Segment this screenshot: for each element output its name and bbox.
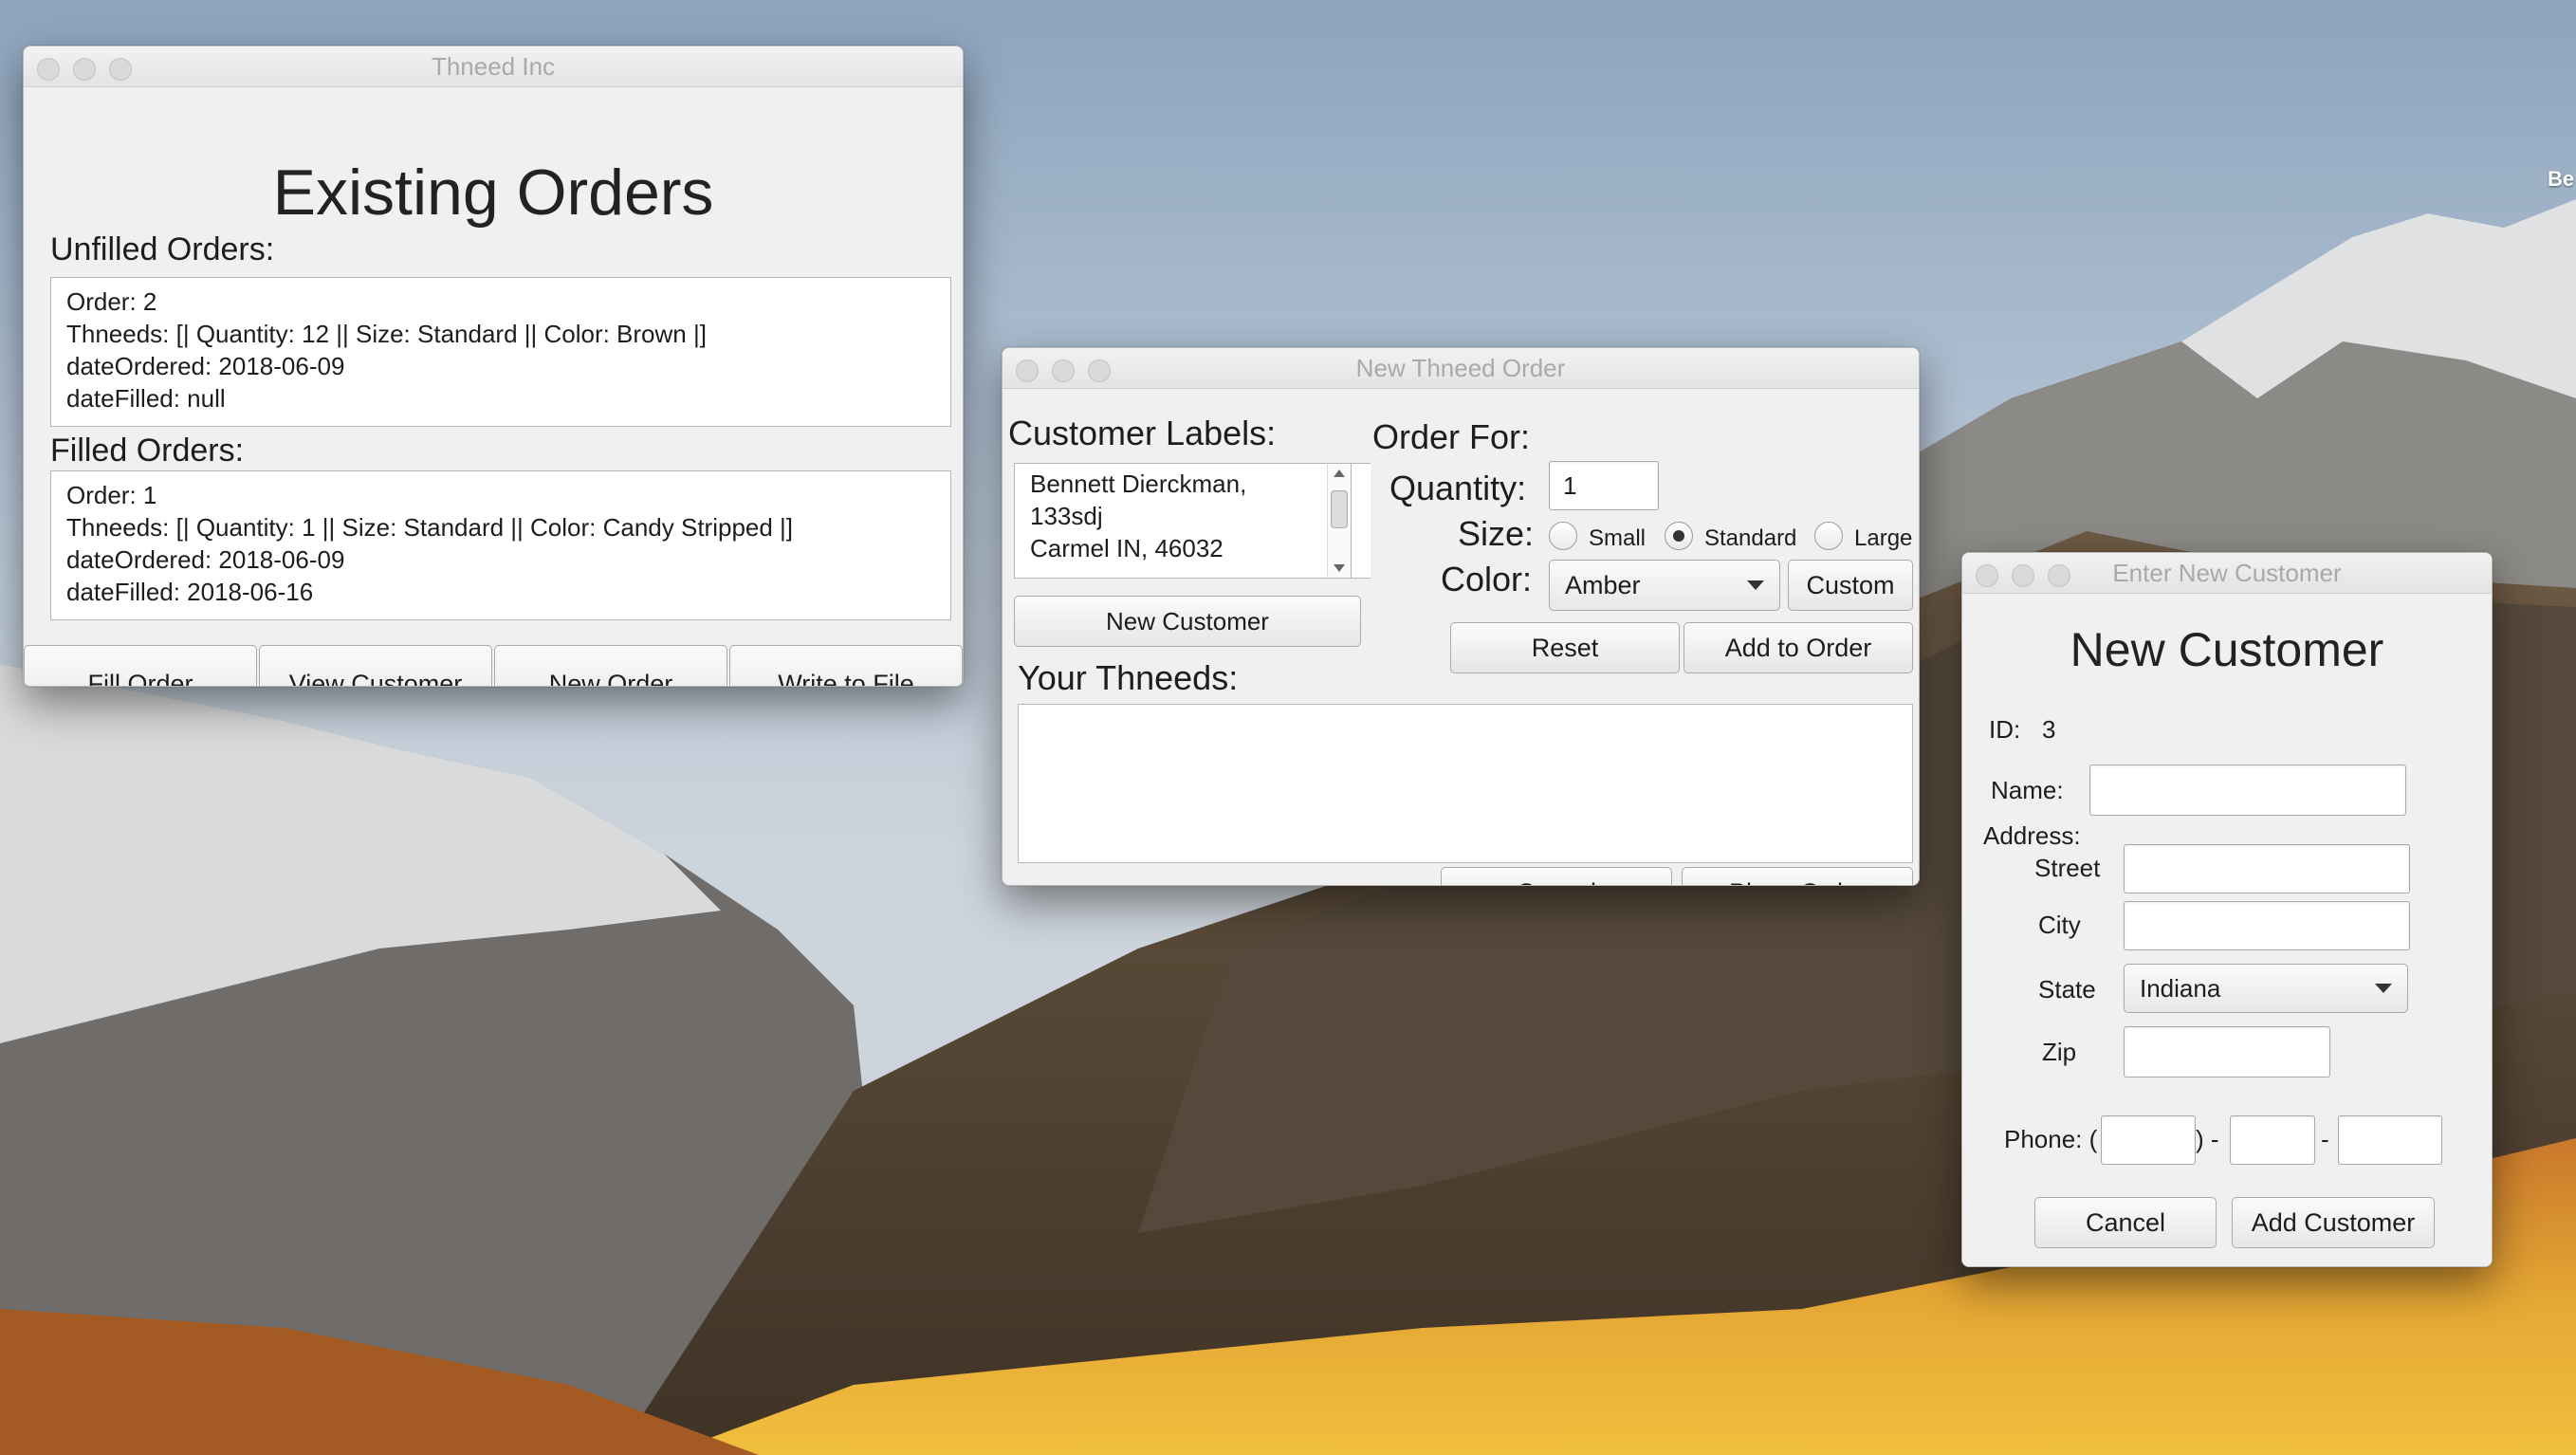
size-label: Size: <box>1458 514 1535 553</box>
name-label: Name: <box>1991 776 2064 804</box>
new-order-button[interactable]: New Order <box>494 645 727 686</box>
minimize-window-icon[interactable] <box>2012 564 2034 587</box>
cancel-button[interactable]: Cancel <box>1441 867 1672 885</box>
state-label: State <box>2038 975 2096 1004</box>
close-window-icon[interactable] <box>37 58 60 81</box>
new-customer-window: Enter New Customer New Customer ID: 3 Na… <box>1961 552 2493 1267</box>
street-label: Street <box>2034 854 2101 882</box>
state-dropdown-value: Indiana <box>2140 973 2221 1003</box>
id-value: 3 <box>2042 715 2056 744</box>
city-field[interactable] <box>2124 901 2410 950</box>
window-title: Thneed Inc <box>431 52 556 81</box>
orders-window-titlebar[interactable]: Thneed Inc <box>24 46 963 87</box>
filled-orders-list[interactable]: Order: 1 Thneeds: [| Quantity: 1 || Size… <box>50 470 951 620</box>
phone-prefix-field[interactable] <box>2230 1115 2315 1165</box>
chevron-down-icon <box>2375 984 2392 993</box>
unfilled-orders-list[interactable]: Order: 2 Thneeds: [| Quantity: 12 || Siz… <box>50 277 951 427</box>
filled-orders-label: Filled Orders: <box>50 433 245 469</box>
write-to-file-button[interactable]: Write to File <box>729 645 963 686</box>
orders-window: Thneed Inc Existing Orders Unfilled Orde… <box>23 46 964 687</box>
phone-separator: ) - <box>2196 1125 2219 1153</box>
customer-labels-list[interactable]: Bennett Dierckman, 133sdj Carmel IN, 460… <box>1014 463 1371 579</box>
size-standard-radio[interactable] <box>1665 522 1693 550</box>
customer-list-scrollbar[interactable] <box>1327 463 1352 579</box>
your-thneeds-list[interactable] <box>1018 704 1913 863</box>
id-label: ID: <box>1989 715 2021 744</box>
quantity-label: Quantity: <box>1389 469 1527 507</box>
reset-button[interactable]: Reset <box>1450 622 1680 673</box>
name-field[interactable] <box>2089 764 2406 816</box>
city-label: City <box>2038 911 2081 939</box>
zoom-window-icon[interactable] <box>2048 564 2070 587</box>
new-customer-window-titlebar[interactable]: Enter New Customer <box>1962 553 2492 594</box>
color-label: Color: <box>1441 560 1533 599</box>
color-dropdown-value: Amber <box>1565 570 1641 599</box>
your-thneeds-label: Your Thneeds: <box>1018 658 1239 697</box>
new-order-window: New Thneed Order Customer Labels: Bennet… <box>1002 347 1920 886</box>
phone-line-field[interactable] <box>2338 1115 2442 1165</box>
scroll-down-icon[interactable] <box>1334 564 1345 572</box>
window-title: New Thneed Order <box>1355 354 1566 382</box>
add-customer-button[interactable]: Add Customer <box>2232 1197 2435 1248</box>
close-window-icon[interactable] <box>1976 564 1998 587</box>
phone-area-field[interactable] <box>2101 1115 2196 1165</box>
new-order-window-titlebar[interactable]: New Thneed Order <box>1003 348 1919 389</box>
fill-order-button[interactable]: Fill Order <box>24 645 257 686</box>
size-small-label: Small <box>1589 525 1647 551</box>
phone-separator: - <box>2321 1125 2329 1153</box>
add-to-order-button[interactable]: Add to Order <box>1684 622 1913 673</box>
size-large-label: Large <box>1854 525 1913 551</box>
place-order-button[interactable]: Place Order <box>1682 867 1913 885</box>
cancel-button[interactable]: Cancel <box>2034 1197 2217 1248</box>
custom-color-button[interactable]: Custom <box>1788 560 1913 611</box>
quantity-field[interactable]: 1 <box>1549 461 1659 510</box>
zip-field[interactable] <box>2124 1026 2330 1077</box>
new-customer-button[interactable]: New Customer <box>1014 596 1361 647</box>
zoom-window-icon[interactable] <box>1088 359 1111 382</box>
customer-labels-heading: Customer Labels: <box>1008 414 1277 452</box>
scroll-thumb[interactable] <box>1331 490 1348 528</box>
unfilled-orders-label: Unfilled Orders: <box>50 231 275 267</box>
minimize-window-icon[interactable] <box>73 58 96 81</box>
size-large-radio[interactable] <box>1814 522 1843 550</box>
page-title: New Customer <box>2070 623 2384 676</box>
phone-label: Phone: ( <box>2004 1125 2098 1153</box>
color-dropdown[interactable]: Amber <box>1549 560 1780 611</box>
size-standard-label: Standard <box>1704 525 1797 551</box>
close-window-icon[interactable] <box>1016 359 1039 382</box>
page-title: Existing Orders <box>272 157 714 229</box>
desktop-edge-text: Be <box>2548 167 2575 191</box>
size-small-radio[interactable] <box>1549 522 1577 550</box>
chevron-down-icon <box>1747 580 1764 590</box>
view-customer-button[interactable]: View Customer <box>259 645 492 686</box>
zoom-window-icon[interactable] <box>109 58 132 81</box>
order-for-label: Order For: <box>1372 417 1531 456</box>
address-label: Address: <box>1983 821 2081 850</box>
scroll-up-icon[interactable] <box>1334 470 1345 477</box>
state-dropdown[interactable]: Indiana <box>2124 964 2408 1013</box>
street-field[interactable] <box>2124 844 2410 893</box>
zip-label: Zip <box>2042 1038 2077 1066</box>
minimize-window-icon[interactable] <box>1052 359 1075 382</box>
